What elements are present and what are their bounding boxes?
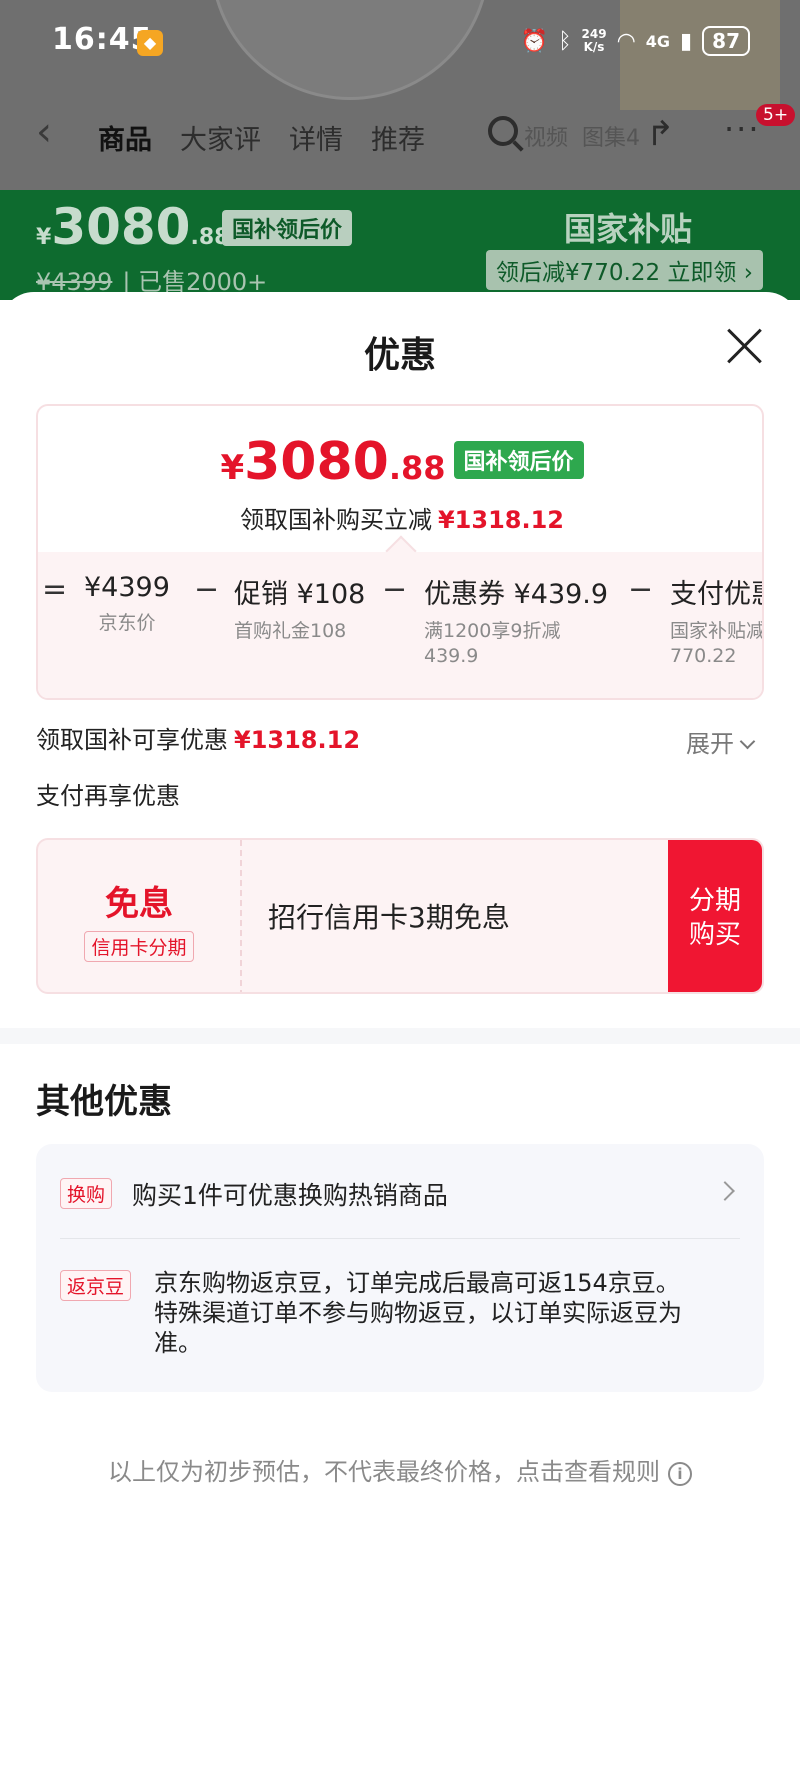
save-label: 领取国补购买立减 xyxy=(239,506,432,534)
installment-description: 招行信用卡3期免息 xyxy=(268,901,510,934)
tab-details[interactable]: 详情 xyxy=(289,118,343,157)
beans-text: 京东购物返京豆，订单完成后最高可返154京豆。特殊渠道订单不参与购物返豆，以订单… xyxy=(154,1269,682,1357)
subsidy-claim-button[interactable]: 领后减¥770.22 立即领 › xyxy=(486,250,763,290)
coupon-rule: 满1200享9折减 xyxy=(424,620,561,642)
breakdown-jd-price-label: 京东价 xyxy=(98,612,156,634)
installment-card[interactable]: 免息 信用卡分期 招行信用卡3期免息 分期购买 xyxy=(36,838,764,994)
discount-sheet: 优惠 ¥3080.88 国补领后价 领取国补购买立减 ¥1318.12 = ¥439… xyxy=(0,292,800,1780)
installment-buy-button[interactable]: 分期 购买 xyxy=(668,840,762,992)
breakdown-promotion-value: 促销 ¥108 xyxy=(234,579,366,610)
price-banner: ¥3080.88 国补领后价 ¥4399 | 已售2000+ 国家补贴 领后减¥7… xyxy=(0,190,800,300)
breakdown-promotion-label: 首购礼金108 xyxy=(234,620,347,642)
minus-sign: − xyxy=(382,572,408,607)
final-price-dec: .88 xyxy=(388,449,446,487)
alarm-icon: ⏰ xyxy=(520,28,549,54)
breakdown-jd-price: ¥4399 京东价 xyxy=(84,572,170,636)
final-price-int: 3080 xyxy=(244,432,389,492)
search-icon[interactable] xyxy=(488,116,518,146)
claimable-amount: ¥1318.12 xyxy=(234,726,361,754)
installment-label-block: 免息 信用卡分期 xyxy=(38,840,242,992)
battery-indicator: 87 xyxy=(702,26,750,56)
wifi-icon: ◠ xyxy=(616,28,636,54)
video-label[interactable]: 视频 xyxy=(524,120,568,152)
net-speed: 249 K/s xyxy=(582,28,607,54)
pay-section-title: 支付再享优惠 xyxy=(36,782,180,810)
claimable-label: 领取国补可享优惠 xyxy=(36,726,228,754)
share-icon[interactable]: ↱ xyxy=(646,114,675,154)
network-type: 4G xyxy=(645,31,671,51)
banner-currency: ¥ xyxy=(36,225,52,250)
banner-price-int: 3080 xyxy=(51,198,191,256)
tab-product[interactable]: 商品 xyxy=(98,118,152,157)
back-icon[interactable]: ‹ xyxy=(36,112,52,152)
tab-recommend[interactable]: 推荐 xyxy=(371,118,425,157)
minus-sign: − xyxy=(194,572,220,607)
signal-icon: ▮ xyxy=(680,28,693,54)
message-badge: 5+ xyxy=(756,104,796,126)
beans-tag: 返京豆 xyxy=(60,1270,132,1301)
exchange-text: 购买1件可优惠换购热销商品 xyxy=(132,1181,448,1210)
coupon-amount: 439.9 xyxy=(424,645,479,667)
equals-sign: = xyxy=(42,572,68,607)
breakdown-coupon-value: 优惠券 ¥439.9 xyxy=(424,579,609,610)
installment-btn-line2: 购买 xyxy=(688,920,741,950)
net-speed-value: 249 xyxy=(581,27,607,41)
breakdown-payment-label: 国家补贴减 770.22 xyxy=(670,619,764,669)
subsidy-title: 国家补贴 xyxy=(564,210,693,248)
save-line: 领取国补购买立减 ¥1318.12 xyxy=(38,500,762,535)
expand-label: 展开 xyxy=(686,730,734,758)
breakdown-coupon-label: 满1200享9折减 439.9 xyxy=(424,619,608,669)
final-price-currency: ¥ xyxy=(220,448,245,488)
payment-amount: 770.22 xyxy=(670,645,737,667)
background-header: 16:45 ◆ ⏰ ᛒ 249 K/s ◠ 4G ▮ 87 ‹ 商品 大家评 详情… xyxy=(0,0,800,190)
sheet-title: 优惠 xyxy=(363,335,436,376)
close-icon[interactable] xyxy=(726,326,764,364)
payment-rule: 国家补贴减 xyxy=(670,620,764,642)
breakdown-payment: 支付优惠 国家补贴减 770.22 xyxy=(670,572,764,669)
product-nav: ‹ 商品 大家评 详情 推荐 视频 图集4 ↱ ··· 5+ xyxy=(0,100,800,164)
installment-btn-line1: 分期 xyxy=(688,886,741,916)
list-item-exchange[interactable]: 换购 购买1件可优惠换购热销商品 xyxy=(60,1176,740,1212)
minus-sign: − xyxy=(628,572,654,607)
breakdown-coupon: 优惠券 ¥439.9 满1200享9折减 439.9 xyxy=(424,572,608,669)
price-summary-card: ¥3080.88 国补领后价 领取国补购买立减 ¥1318.12 = ¥4399 京… xyxy=(36,404,764,700)
breakdown-jd-price-value: ¥4399 xyxy=(84,572,170,603)
breakdown-payment-value: 支付优惠 xyxy=(670,579,762,610)
banner-price-tag: 国补领后价 xyxy=(222,210,353,246)
tab-reviews[interactable]: 大家评 xyxy=(180,118,261,157)
other-offers-title: 其他优惠 xyxy=(36,1082,172,1122)
section-divider xyxy=(0,1028,800,1044)
app-notification-icon: ◆ xyxy=(137,30,163,56)
other-offers-card: 换购 购买1件可优惠换购热销商品 返京豆 京东购物返京豆，订单完成后最高可返15… xyxy=(36,1144,764,1392)
installment-title: 免息 xyxy=(105,884,173,924)
chevron-right-icon xyxy=(715,1181,735,1201)
bluetooth-icon: ᛒ xyxy=(558,28,572,54)
final-price: ¥3080.88 国补领后价 xyxy=(38,432,762,492)
installment-subtitle: 信用卡分期 xyxy=(84,931,194,962)
banner-price: ¥3080.88 xyxy=(36,198,229,256)
net-speed-unit: K/s xyxy=(583,40,605,54)
save-amount: ¥1318.12 xyxy=(437,506,564,534)
rules-footnote[interactable]: 以上仅为初步预估，不代表最终价格，点击查看规则 i xyxy=(0,1452,800,1487)
divider xyxy=(60,1238,740,1239)
final-price-tag: 国补领后价 xyxy=(453,441,584,479)
expand-button[interactable]: 展开 xyxy=(686,724,756,759)
price-breakdown: = ¥4399 京东价 − 促销 ¥108 首购礼金108 − 优惠券 ¥439… xyxy=(38,552,764,698)
chevron-down-icon xyxy=(739,733,756,750)
exchange-tag: 换购 xyxy=(60,1178,113,1209)
footnote-text: 以上仅为初步预估，不代表最终价格，点击查看规则 xyxy=(108,1458,660,1486)
breakdown-promotion: 促销 ¥108 首购礼金108 xyxy=(234,572,365,644)
info-icon[interactable]: i xyxy=(668,1462,692,1486)
gallery-label[interactable]: 图集4 xyxy=(582,120,640,152)
claimable-discount: 领取国补可享优惠 ¥1318.12 xyxy=(36,720,360,755)
status-bar: 16:45 ◆ ⏰ ᛒ 249 K/s ◠ 4G ▮ 87 xyxy=(0,22,800,62)
